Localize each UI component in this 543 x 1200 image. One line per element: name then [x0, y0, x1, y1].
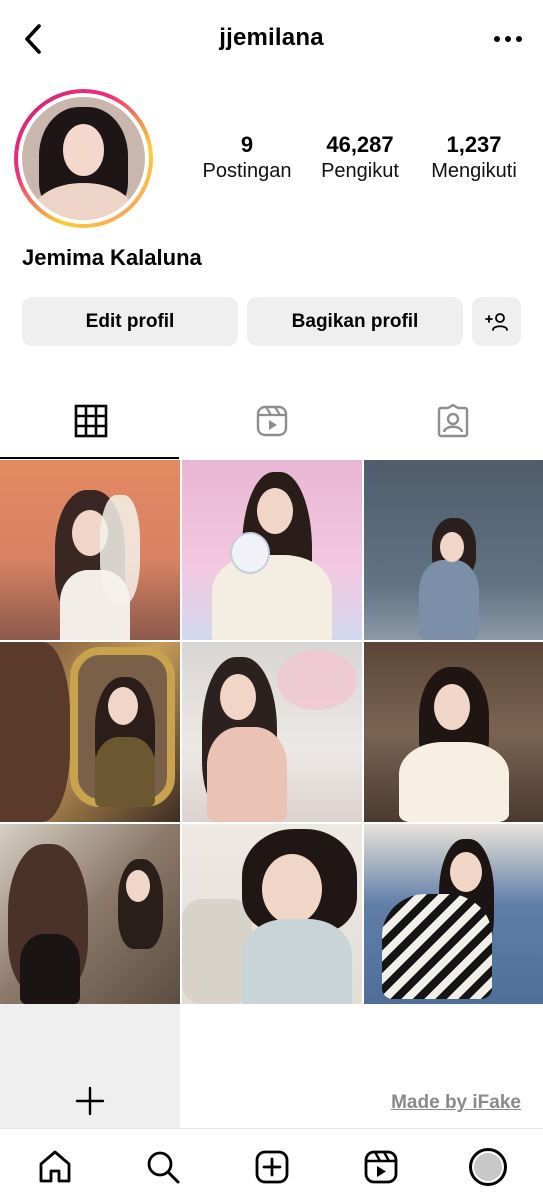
- watermark-text: Made by iFake: [391, 1092, 521, 1113]
- discover-people-button[interactable]: [472, 297, 521, 346]
- followers-count: 46,287: [326, 132, 394, 157]
- add-post-tile[interactable]: [0, 1004, 180, 1130]
- chevron-left-icon: [25, 24, 41, 54]
- nav-create[interactable]: [252, 1147, 292, 1187]
- post-thumbnail[interactable]: [364, 824, 543, 1004]
- post-thumbnail[interactable]: [364, 642, 543, 822]
- share-profile-button[interactable]: Bagikan profil: [247, 297, 463, 346]
- add-user-icon: [484, 312, 508, 331]
- profile-username: jjemilana: [219, 24, 324, 51]
- following-label: Mengikuti: [431, 160, 517, 182]
- tab-reels[interactable]: [181, 392, 362, 458]
- post-thumbnail[interactable]: [364, 460, 543, 640]
- profile-tabs: [0, 392, 543, 458]
- profile-full-name: Jemima Kalaluna: [22, 245, 202, 270]
- stat-following[interactable]: 1,237 Mengikuti: [422, 132, 526, 184]
- top-bar: jjemilana: [0, 0, 543, 80]
- plus-icon: [75, 1086, 105, 1116]
- post-thumbnail[interactable]: [0, 642, 180, 822]
- post-thumbnail[interactable]: [182, 824, 362, 1004]
- nav-reels[interactable]: [361, 1147, 401, 1187]
- stat-followers[interactable]: 46,287 Pengikut: [314, 132, 406, 184]
- nav-search[interactable]: [143, 1147, 183, 1187]
- grid-icon: [74, 404, 107, 438]
- bottom-navigation: [0, 1128, 543, 1200]
- back-button[interactable]: [18, 22, 48, 56]
- post-thumbnail[interactable]: [0, 824, 180, 1004]
- profile-avatar-icon: [469, 1148, 507, 1186]
- reels-icon: [364, 1150, 398, 1184]
- followers-label: Pengikut: [321, 160, 399, 182]
- tagged-icon: [437, 404, 468, 438]
- posts-count: 9: [240, 132, 254, 157]
- post-thumbnail[interactable]: [182, 460, 362, 640]
- avatar-border: [18, 93, 149, 224]
- active-tab-indicator: [0, 457, 179, 459]
- profile-avatar[interactable]: [14, 89, 153, 228]
- nav-home[interactable]: [35, 1147, 75, 1187]
- more-horizontal-icon: [494, 36, 522, 42]
- plus-square-icon: [255, 1150, 289, 1184]
- following-count: 1,237: [446, 132, 502, 157]
- edit-profile-button[interactable]: Edit profil: [22, 297, 238, 346]
- more-options-button[interactable]: [491, 28, 525, 50]
- post-thumbnail[interactable]: [0, 460, 180, 640]
- reels-icon: [256, 405, 287, 437]
- home-icon: [39, 1150, 71, 1183]
- stat-posts[interactable]: 9 Postingan: [196, 132, 298, 184]
- post-thumbnail[interactable]: [182, 642, 362, 822]
- tab-posts[interactable]: [0, 392, 181, 458]
- tab-tagged[interactable]: [362, 392, 543, 458]
- nav-profile[interactable]: [468, 1147, 508, 1187]
- posts-label: Postingan: [202, 160, 292, 182]
- avatar-photo: [22, 97, 145, 220]
- search-icon: [147, 1151, 180, 1184]
